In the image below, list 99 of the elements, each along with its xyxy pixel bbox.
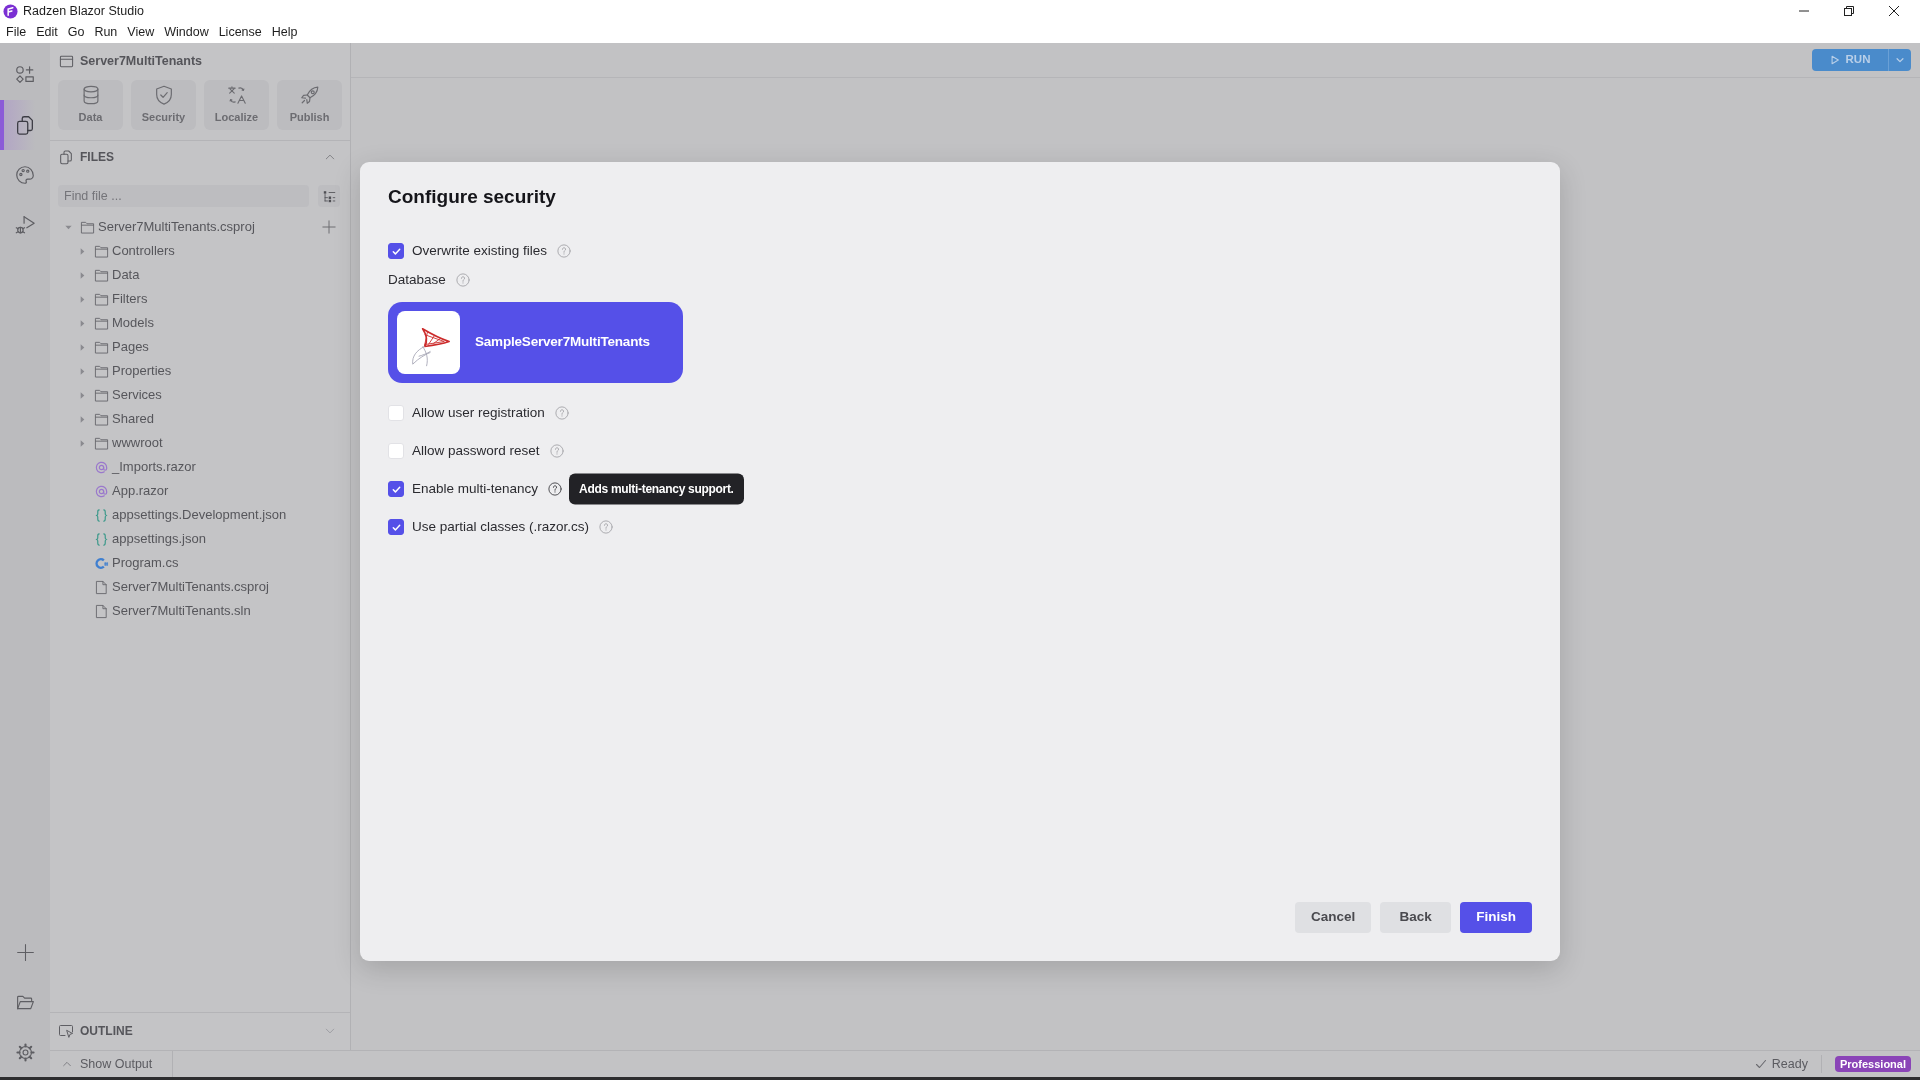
check-icon	[1754, 1058, 1767, 1070]
menu-item[interactable]: Run	[89, 23, 123, 42]
file-icon	[94, 579, 109, 595]
project-name: Server7MultiTenants	[80, 52, 203, 70]
menu-item[interactable]: File	[1, 23, 32, 42]
translate-icon	[225, 84, 248, 107]
folder-icon	[94, 411, 109, 427]
settings-icon[interactable]	[14, 1041, 36, 1063]
help-icon[interactable]	[557, 244, 572, 258]
folder-icon	[94, 363, 109, 379]
menu-item[interactable]: Window	[159, 23, 214, 42]
checkbox[interactable]	[388, 243, 404, 259]
plus-icon[interactable]	[322, 220, 336, 234]
option-label: Allow user registration	[412, 403, 545, 422]
shapes-icon	[14, 64, 36, 86]
field-label: Database	[388, 270, 446, 289]
close-icon[interactable]	[1888, 5, 1900, 17]
option-label: Allow password reset	[412, 441, 540, 460]
braces-icon	[94, 531, 109, 547]
tree-item[interactable]: Filters	[50, 287, 350, 311]
tool-tile[interactable]: Localize	[204, 80, 269, 130]
help-icon[interactable]	[599, 520, 614, 534]
c-sharp-icon	[94, 555, 109, 571]
tree-item[interactable]: Shared	[50, 407, 350, 431]
menu-item[interactable]: Help	[266, 23, 303, 42]
help-icon[interactable]	[455, 273, 470, 287]
tree-item[interactable]: Server7MultiTenants.csproj	[50, 575, 350, 599]
dialog-title: Configure security	[388, 185, 557, 209]
tree-view-button[interactable]	[318, 185, 340, 207]
tree-item[interactable]: Server7MultiTenants.csproj	[50, 215, 350, 239]
edition-label: Professional	[1834, 1056, 1911, 1072]
app-logo-icon	[3, 3, 18, 19]
palette-icon	[14, 164, 36, 186]
database-option[interactable]: SampleServer7MultiTenants	[388, 302, 683, 383]
folder-icon	[94, 267, 109, 283]
secondary-button[interactable]: Cancel	[1294, 902, 1372, 933]
tree-item[interactable]: wwwroot	[50, 431, 350, 455]
plus-icon[interactable]	[14, 941, 36, 963]
finish-button[interactable]: Finish	[1460, 902, 1532, 933]
tree-item[interactable]: Pages	[50, 335, 350, 359]
folder-icon	[94, 339, 109, 355]
folder-icon	[94, 315, 109, 331]
tree-item[interactable]: appsettings.json	[50, 527, 350, 551]
help-icon[interactable]	[549, 444, 564, 458]
rocket-icon	[298, 84, 321, 107]
tree-item[interactable]: Data	[50, 263, 350, 287]
panel-title: FILES	[80, 149, 114, 166]
chevron-up-icon	[62, 1059, 72, 1069]
menu-item[interactable]: View	[122, 23, 160, 42]
window-title: Radzen Blazor Studio	[23, 2, 144, 20]
tool-tile[interactable]: Data	[58, 80, 123, 130]
secondary-button[interactable]: Back	[1380, 902, 1452, 933]
pages-icon	[14, 114, 36, 136]
menu-item[interactable]: Edit	[31, 23, 63, 42]
tree-item[interactable]: Program.cs	[50, 551, 350, 575]
file-icon	[94, 603, 109, 619]
play-icon	[1829, 55, 1840, 65]
tree-item[interactable]: Server7MultiTenants.sln	[50, 599, 350, 623]
tree-item[interactable]: Services	[50, 383, 350, 407]
status-text: Ready	[1771, 1055, 1808, 1073]
panel-title: OUTLINE	[80, 1022, 133, 1040]
menu-item[interactable]: License	[213, 23, 267, 42]
option-label: Overwrite existing files	[412, 241, 548, 260]
tree-item[interactable]: Properties	[50, 359, 350, 383]
tree-item[interactable]: appsettings.Development.json	[50, 503, 350, 527]
run-options-button[interactable]	[1888, 49, 1911, 71]
folder-icon	[94, 387, 109, 403]
search-field[interactable]: Find file ...	[58, 185, 310, 207]
window-icon	[59, 53, 74, 69]
show-output-button[interactable]: Show Output	[50, 1051, 173, 1077]
help-icon[interactable]	[554, 406, 569, 420]
logo-icon	[397, 311, 460, 374]
braces-icon	[94, 507, 109, 523]
run-button[interactable]: RUN	[1812, 49, 1888, 71]
folder-icon	[80, 219, 95, 235]
checkbox[interactable]	[388, 519, 404, 535]
restore-icon[interactable]	[1843, 5, 1855, 17]
option-label: Use partial classes (.razor.cs)	[412, 517, 590, 536]
tree-item[interactable]: _Imports.razor	[50, 455, 350, 479]
cursor-window-icon	[58, 1022, 74, 1039]
chevron-down-icon	[1895, 55, 1905, 65]
at-sign-icon	[94, 459, 109, 475]
tree-item[interactable]: Models	[50, 311, 350, 335]
pages-icon	[58, 149, 74, 165]
tree-item[interactable]: App.razor	[50, 479, 350, 503]
tooltip: Adds multi-tenancy support.	[569, 473, 744, 505]
list-tree-icon	[322, 189, 336, 203]
tool-tile[interactable]: Security	[131, 80, 196, 130]
folder-icon	[94, 435, 109, 451]
checkbox[interactable]	[388, 481, 404, 497]
tree-item[interactable]: Controllers	[50, 239, 350, 263]
at-sign-icon	[94, 483, 109, 499]
help-icon[interactable]	[548, 482, 563, 496]
folder-icon	[94, 243, 109, 259]
play-bug-icon	[14, 214, 36, 236]
option-label: Enable multi-tenancy	[412, 479, 539, 498]
folder-icon	[94, 291, 109, 307]
menu-item[interactable]: Go	[62, 23, 90, 42]
tool-tile[interactable]: Publish	[277, 80, 342, 130]
